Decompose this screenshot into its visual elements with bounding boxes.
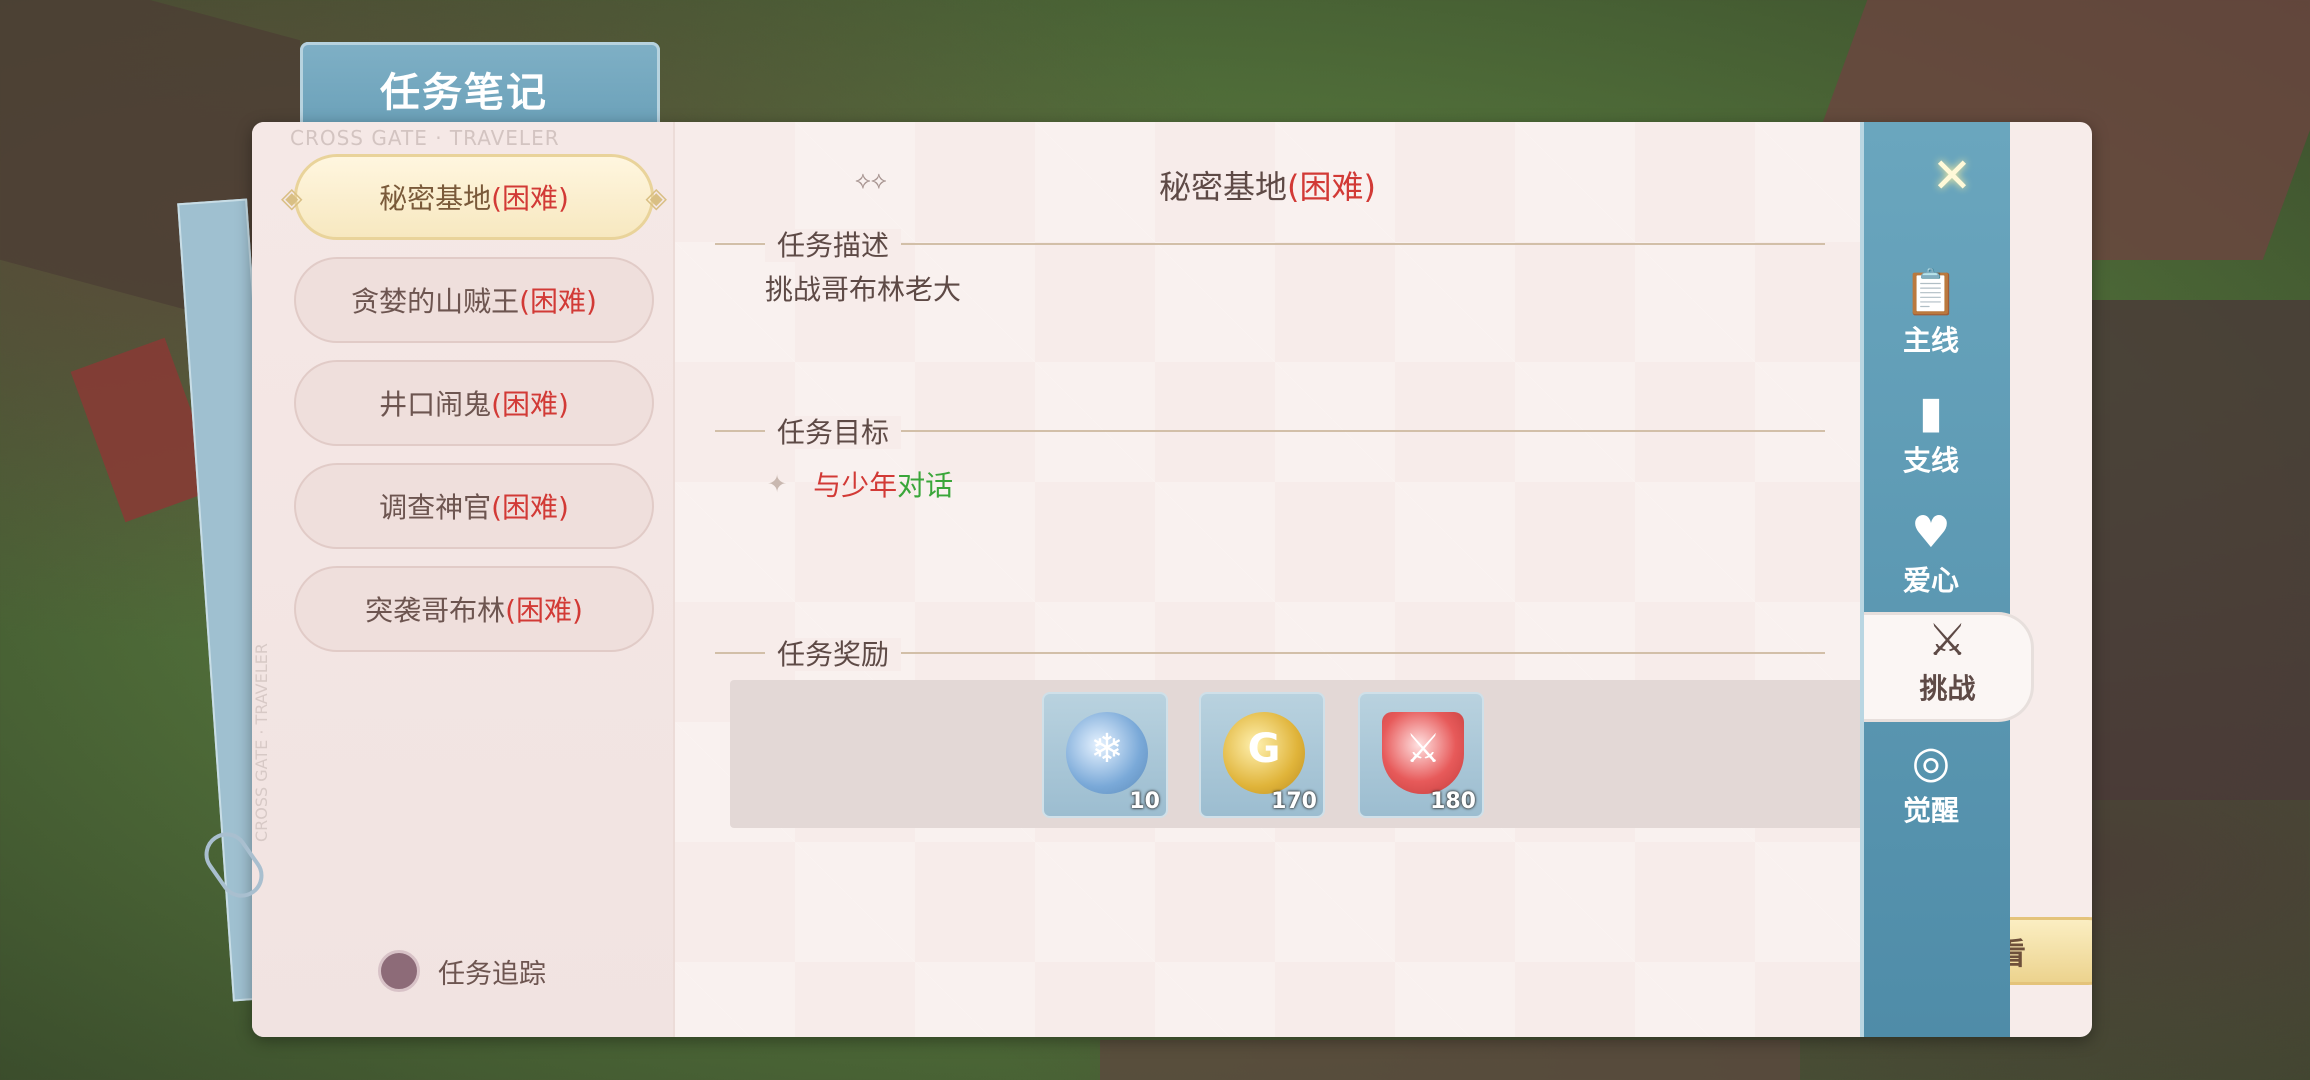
reward-qty: 170	[1271, 789, 1317, 814]
quest-difficulty: (困难)	[505, 594, 583, 627]
crossed-swords-icon: ⚔	[1927, 615, 1968, 666]
goal-star-icon: ✦	[767, 470, 788, 498]
quest-item-greedy-bandit-king[interactable]: 贪婪的山贼王 (困难)	[294, 257, 654, 343]
reward-qty: 180	[1430, 789, 1476, 814]
nav-tab-label: 主线	[1902, 324, 1959, 357]
detail-title: 秘密基地(困难)	[675, 162, 1860, 208]
notebook-subtitle: CROSS GATE · TRAVELER	[290, 126, 560, 150]
quest-detail: ⟡⟡ 秘密基地(困难) ⟡⟡ 任务描述 挑战哥布林老大 任务目标 ✦ 与少年对话…	[675, 122, 2092, 1037]
quest-difficulty: (困难)	[491, 491, 569, 524]
goal-action: 对话	[897, 469, 954, 502]
quest-name: 秘密基地	[379, 182, 492, 215]
goal-label: 任务目标	[765, 411, 911, 451]
detail-title-name: 秘密基地	[1159, 168, 1288, 206]
quest-name: 突袭哥布林	[365, 594, 506, 627]
nav-tab-side[interactable]: ▮ 支线	[1866, 387, 1996, 497]
quest-name: 井口闹鬼	[379, 388, 492, 421]
quest-difficulty: (困难)	[519, 285, 597, 318]
quest-notebook-panel: CROSS GATE · TRAVELER CROSS GATE · TRAVE…	[252, 122, 2092, 1037]
background-building	[1100, 1040, 1800, 1080]
notebook-title-tab: 任务笔记	[300, 42, 660, 132]
quest-item-haunted-well[interactable]: 井口闹鬼 (困难)	[294, 360, 654, 446]
blue-medal-icon: ❄	[1066, 712, 1148, 794]
quest-difficulty: (困难)	[491, 388, 569, 421]
description-text: 挑战哥布林老大	[765, 273, 962, 306]
red-shield-icon: ⚔	[1382, 712, 1464, 794]
description-label: 任务描述	[765, 224, 911, 264]
nav-tab-label: 挑战	[1919, 672, 1976, 705]
awaken-orb-icon: ◎	[1911, 737, 1951, 788]
notebook-title: 任务笔记	[380, 70, 548, 116]
quest-item-raid-goblins[interactable]: 突袭哥布林 (困难)	[294, 566, 654, 652]
detail-header: ⟡⟡ 秘密基地(困难) ⟡⟡	[675, 162, 1897, 206]
reward-item[interactable]: ❄ 10	[1042, 692, 1168, 818]
goal-target: 与少年	[813, 469, 898, 502]
quest-difficulty: (困难)	[491, 182, 569, 215]
nav-tab-label: 支线	[1902, 444, 1959, 477]
clipboard-icon: 📋	[1903, 267, 1959, 318]
quest-name: 调查神官	[379, 491, 492, 524]
gold-coin-icon: G	[1223, 712, 1305, 794]
nav-tab-challenge[interactable]: ⚔ 挑战	[1864, 612, 2034, 722]
book-icon: ▮	[1918, 387, 1944, 438]
reward-label: 任务奖励	[765, 633, 911, 673]
quest-list: 秘密基地(困难) 贪婪的山贼王(困难) 井口闹鬼(困难) 调查神官(困难) 突袭…	[281, 154, 667, 669]
reward-item[interactable]: ⚔ 180	[1358, 692, 1484, 818]
reward-qty: 10	[1129, 789, 1160, 814]
goal-entry: ✦ 与少年 对话	[767, 464, 953, 504]
detail-title-difficulty: (困难)	[1287, 168, 1376, 206]
category-side-nav: ✕ 📋 主线 ▮ 支线 ♥ 爱心 ⚔ 挑战 ◎ 觉醒	[1860, 122, 2092, 1037]
quest-name: 贪婪的山贼王	[351, 285, 520, 318]
quest-item-investigate-priest[interactable]: 调查神官 (困难)	[294, 463, 654, 549]
heart-icon: ♥	[1911, 507, 1951, 558]
reward-item[interactable]: G 170	[1199, 692, 1325, 818]
nav-tab-label: 爱心	[1902, 564, 1959, 597]
tracking-label: 任务追踪	[438, 958, 546, 990]
reward-box: ❄ 10 G 170 ⚔ 180	[730, 680, 1870, 828]
tracking-toggle-icon[interactable]	[378, 950, 420, 992]
quest-item-secret-base[interactable]: 秘密基地(困难)	[281, 154, 667, 240]
close-icon[interactable]: ✕	[1924, 148, 1980, 204]
notebook-vertical-text: CROSS GATE · TRAVELER	[252, 643, 271, 842]
nav-tab-label: 觉醒	[1902, 794, 1959, 827]
nav-tab-love[interactable]: ♥ 爱心	[1866, 507, 1996, 617]
quest-list-column: CROSS GATE · TRAVELER CROSS GATE · TRAVE…	[252, 122, 675, 1037]
nav-tab-main[interactable]: 📋 主线	[1866, 267, 1996, 377]
nav-tab-awaken[interactable]: ◎ 觉醒	[1866, 737, 1996, 847]
quest-tracking-toggle[interactable]: 任务追踪	[378, 950, 546, 992]
